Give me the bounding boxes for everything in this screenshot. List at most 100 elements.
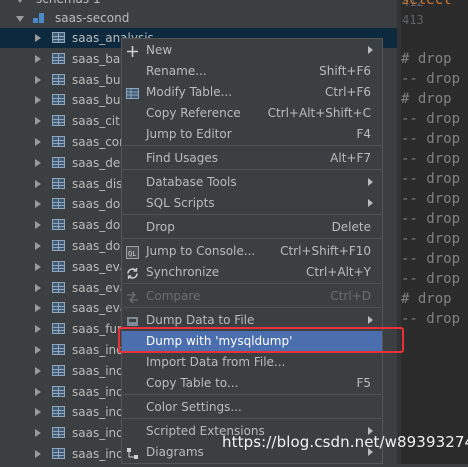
menu-item-database-tools[interactable]: Database Tools	[122, 172, 382, 193]
annotation-highlight-box	[118, 327, 404, 353]
menu-item-copy-reference[interactable]: Copy Reference Ctrl+Alt+Shift+C	[122, 103, 382, 124]
table-icon	[126, 86, 139, 99]
menu-item-synchronize[interactable]: Synchronize Ctrl+Alt+Y	[122, 262, 382, 283]
menu-item-label: Drop	[146, 220, 175, 234]
table-name: saas_ind	[72, 426, 124, 441]
menu-item-shortcut: Ctrl+Shift+F10	[280, 244, 371, 258]
chevron-right-icon[interactable]	[35, 262, 41, 271]
table-icon	[52, 364, 65, 376]
chevron-right-icon[interactable]	[35, 283, 41, 292]
table-icon	[52, 177, 65, 189]
table-icon	[52, 385, 65, 397]
menu-item-jump-to-console[interactable]: QL Jump to Console... Ctrl+Shift+F10	[122, 241, 382, 262]
chevron-right-icon[interactable]	[35, 54, 41, 63]
chevron-right-icon[interactable]	[35, 346, 41, 354]
chevron-right-icon[interactable]	[35, 34, 41, 42]
submenu-arrow-icon	[368, 46, 373, 54]
menu-item-sql-scripts[interactable]: SQL Scripts	[122, 193, 382, 214]
menu-item-copy-table[interactable]: Copy Table to... F5	[122, 373, 382, 394]
code-line: # drop	[401, 91, 452, 107]
chevron-right-icon[interactable]	[35, 138, 41, 146]
svg-text:QL: QL	[128, 250, 136, 258]
chevron-right-icon[interactable]	[35, 325, 41, 334]
table-name: saas_ind	[72, 405, 124, 420]
chevron-right-icon[interactable]	[35, 366, 41, 375]
menu-item-color-settings[interactable]: Color Settings...	[122, 397, 382, 418]
menu-item-new[interactable]: New	[122, 40, 382, 61]
chevron-right-icon[interactable]	[35, 96, 41, 105]
diagram-icon	[126, 446, 139, 459]
menu-separator	[123, 418, 381, 419]
sql-editor[interactable]: 412 413 select # drop -- drop # drop -- dro…	[397, 0, 468, 464]
code-line: # drop	[401, 51, 452, 67]
menu-item-shortcut: Shift+F6	[319, 64, 371, 78]
menu-item-rename[interactable]: Rename... Shift+F6	[122, 61, 382, 82]
menu-item-label: SQL Scripts	[146, 196, 215, 210]
menu-item-label: Database Tools	[146, 175, 237, 189]
table-name: saas_ind	[72, 363, 124, 378]
menu-separator	[123, 145, 381, 146]
chevron-right-icon[interactable]	[35, 75, 41, 84]
table-name: saas_ind	[72, 447, 124, 461]
menu-item-label: Color Settings...	[146, 400, 242, 414]
chevron-right-icon[interactable]	[35, 221, 41, 230]
code-line: -- drop	[401, 271, 461, 287]
menu-item-label: Diagrams	[146, 445, 204, 459]
chevron-right-icon[interactable]	[35, 200, 41, 209]
menu-item-label: Modify Table...	[146, 85, 233, 99]
chevron-right-icon[interactable]	[35, 387, 41, 396]
menu-item-modify-table[interactable]: Modify Table... Ctrl+F6	[122, 82, 382, 103]
code-line: -- drop	[401, 251, 461, 267]
table-name: saas_dis	[72, 176, 123, 191]
table-icon	[52, 260, 65, 272]
menu-separator	[123, 283, 381, 284]
code-line: -- drop	[401, 111, 461, 127]
table-icon	[52, 406, 65, 418]
menu-item-import-data[interactable]: Import Data from File...	[122, 352, 382, 373]
table-icon	[52, 52, 65, 64]
chevron-right-icon[interactable]	[35, 242, 41, 250]
chevron-right-icon[interactable]	[35, 158, 41, 167]
chevron-right-icon[interactable]	[35, 429, 41, 438]
code-line: -- drop	[401, 211, 461, 227]
code-line: -- drop	[401, 231, 461, 247]
code-line: -- drop	[401, 311, 461, 327]
tree-row-database[interactable]: saas-second	[0, 8, 397, 28]
table-name: saas_eva	[72, 301, 128, 316]
table-icon	[52, 323, 65, 335]
menu-item-find-usages[interactable]: Find Usages Alt+F7	[122, 148, 382, 169]
submenu-arrow-icon	[368, 199, 373, 207]
submenu-arrow-icon	[368, 178, 373, 186]
table-icon	[52, 156, 65, 168]
dump-data-icon	[126, 314, 139, 327]
sync-icon	[126, 266, 139, 279]
table-icon	[52, 281, 65, 293]
menu-item-shortcut: Ctrl+F6	[325, 85, 371, 99]
menu-separator	[123, 394, 381, 395]
chevron-right-icon[interactable]	[35, 117, 41, 126]
menu-item-label: Rename...	[146, 64, 207, 78]
watermark-text: https://blog.csdn.net/w893932747	[222, 433, 468, 451]
chevron-right-icon[interactable]	[35, 408, 41, 417]
table-name: saas_do	[72, 218, 121, 233]
context-menu[interactable]: New Rename... Shift+F6 Modify Table... Ctrl+…	[121, 38, 383, 464]
chevron-down-icon[interactable]	[16, 16, 24, 22]
table-name: saas_dec	[72, 155, 127, 170]
chevron-right-icon[interactable]	[35, 450, 41, 458]
table-icon	[52, 115, 65, 127]
line-number: 413	[402, 13, 424, 27]
menu-separator	[123, 169, 381, 170]
table-icon	[52, 198, 65, 210]
chevron-down-icon[interactable]	[16, 0, 24, 3]
menu-item-drop[interactable]: Drop Delete	[122, 217, 382, 238]
table-name: saas_bu	[72, 93, 121, 108]
table-name: saas_con	[72, 135, 127, 149]
chevron-right-icon[interactable]	[35, 179, 41, 188]
chevron-right-icon[interactable]	[35, 304, 41, 313]
menu-item-label: Compare	[146, 289, 201, 303]
table-icon	[52, 94, 65, 106]
menu-item-shortcut: Delete	[331, 220, 371, 234]
menu-item-jump-to-editor[interactable]: Jump to Editor F4	[122, 124, 382, 145]
database-label: saas-second	[55, 11, 130, 25]
table-name: saas_ind	[72, 384, 124, 399]
